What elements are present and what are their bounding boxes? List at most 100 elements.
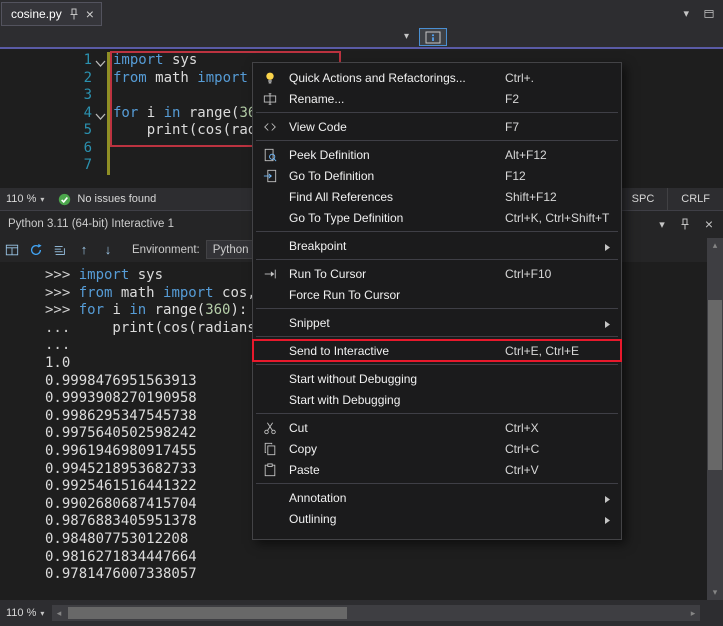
menu-item-shortcut: Ctrl+K, Ctrl+Shift+T (505, 211, 609, 225)
menu-item-snippet[interactable]: Snippet (253, 312, 621, 333)
editor-zoom-control[interactable]: 110 % ▾ (0, 188, 50, 210)
spaces-indicator[interactable]: SPC (618, 188, 668, 210)
menu-item-shortcut: Ctrl+F10 (505, 267, 551, 281)
context-menu: Quick Actions and Refactorings...Ctrl+.R… (252, 62, 622, 540)
tab-cosine-py[interactable]: cosine.py × (1, 2, 102, 26)
menu-item-start-with-debugging[interactable]: Start with Debugging (253, 389, 621, 410)
tab-title: cosine.py (11, 7, 62, 21)
menu-separator (256, 413, 618, 414)
menu-item-quick-actions-and-refactorings[interactable]: Quick Actions and Refactorings...Ctrl+. (253, 67, 621, 88)
menu-separator (256, 112, 618, 113)
menu-separator (256, 483, 618, 484)
reset-icon[interactable] (24, 243, 48, 257)
menu-item-peek-definition[interactable]: Peek Definition Alt+F12 (253, 144, 621, 165)
menu-separator (256, 364, 618, 365)
close-icon[interactable]: × (86, 6, 94, 22)
menu-item-label: Cut (289, 421, 308, 435)
issues-indicator[interactable]: No issues found (58, 193, 156, 206)
menu-item-label: Send to Interactive (289, 344, 389, 358)
line-number: 1 (0, 52, 92, 70)
line-number: 5 (0, 122, 92, 140)
horizontal-scroll-thumb[interactable] (68, 607, 347, 619)
menu-item-start-without-debugging[interactable]: Start without Debugging (253, 368, 621, 389)
fold-collapse-icon[interactable] (95, 109, 107, 121)
menu-item-label: Start without Debugging (289, 372, 417, 386)
interactive-window-icon[interactable] (0, 243, 24, 257)
cut-icon (258, 421, 282, 435)
menu-item-label: Run To Cursor (289, 267, 366, 281)
vertical-scrollbar[interactable]: ▴ ▾ (707, 238, 723, 600)
menu-item-send-to-interactive[interactable]: Send to InteractiveCtrl+E, Ctrl+E (253, 340, 621, 361)
line-number: 4 (0, 105, 92, 123)
line-number: 6 (0, 140, 92, 158)
menu-item-label: Paste (289, 463, 320, 477)
menu-separator (256, 259, 618, 260)
environment-label: Environment: (132, 244, 200, 256)
menu-item-label: Copy (289, 442, 317, 456)
menu-separator (256, 308, 618, 309)
menu-item-copy[interactable]: Copy Ctrl+C (253, 438, 621, 459)
horizontal-scrollbar[interactable]: ◂ ▸ (52, 605, 700, 621)
window-list-icon[interactable] (703, 8, 715, 20)
menu-item-find-all-references[interactable]: Find All ReferencesShift+F12 (253, 186, 621, 207)
peek-definition-icon (258, 148, 282, 162)
fold-collapse-icon[interactable] (95, 56, 107, 68)
horizontal-scroll-track[interactable] (66, 605, 686, 621)
menu-item-label: Quick Actions and Refactorings... (289, 71, 466, 85)
menu-item-force-run-to-cursor[interactable]: Force Run To Cursor (253, 284, 621, 305)
go-to-definition-icon (258, 169, 282, 183)
menu-item-annotation[interactable]: Annotation (253, 487, 621, 508)
scroll-up-icon[interactable]: ▴ (707, 240, 723, 251)
menu-item-shortcut: F2 (505, 92, 519, 106)
spaces-label: SPC (632, 193, 655, 205)
history-next-icon[interactable]: ↓ (96, 242, 120, 257)
interactive-zoom-control[interactable]: 110 % ▾ (0, 600, 50, 626)
toolbar-overflow-chevron-icon[interactable]: ▾ (404, 31, 409, 42)
menu-item-run-to-cursor[interactable]: Run To Cursor Ctrl+F10 (253, 263, 621, 284)
menu-item-label: Outlining (289, 512, 336, 526)
tab-bar: cosine.py × ▾ (0, 0, 723, 27)
menu-separator (256, 140, 618, 141)
submenu-arrow-icon (604, 493, 611, 507)
submenu-arrow-icon (604, 318, 611, 332)
scroll-down-icon[interactable]: ▾ (707, 587, 723, 598)
history-previous-icon[interactable]: ↑ (72, 242, 96, 257)
menu-item-label: Annotation (289, 491, 346, 505)
menu-item-label: Breakpoint (289, 239, 346, 253)
pin-icon[interactable] (680, 218, 690, 230)
clear-screen-icon[interactable] (48, 243, 72, 257)
menu-item-shortcut: F12 (505, 169, 526, 183)
menu-item-paste[interactable]: PasteCtrl+V (253, 459, 621, 480)
line-number: 2 (0, 70, 92, 88)
panel-header-controls: ▾ × (659, 216, 713, 232)
lightbulb-icon (258, 71, 282, 85)
scroll-right-icon[interactable]: ▸ (686, 608, 700, 619)
menu-item-outlining[interactable]: Outlining (253, 508, 621, 529)
vertical-scroll-thumb[interactable] (708, 300, 722, 470)
line-ending-indicator[interactable]: CRLF (667, 188, 723, 210)
menu-item-shortcut: Ctrl+C (505, 442, 539, 456)
menu-item-go-to-type-definition[interactable]: Go To Type DefinitionCtrl+K, Ctrl+Shift+… (253, 207, 621, 228)
scroll-left-icon[interactable]: ◂ (52, 608, 66, 619)
interactive-window-icon (425, 31, 441, 44)
menu-item-view-code[interactable]: View CodeF7 (253, 116, 621, 137)
menu-item-label: Rename... (289, 92, 344, 106)
pin-icon[interactable] (69, 8, 79, 20)
close-icon[interactable]: × (705, 216, 713, 232)
line-number-gutter: 1234567 (0, 52, 92, 175)
menu-item-cut[interactable]: Cut Ctrl+X (253, 417, 621, 438)
menu-item-go-to-definition[interactable]: Go To DefinitionF12 (253, 165, 621, 186)
menu-item-label: Start with Debugging (289, 393, 400, 407)
menu-item-label: Peek Definition (289, 148, 370, 162)
window-position-chevron-icon[interactable]: ▾ (659, 218, 665, 231)
menu-item-shortcut: Alt+F12 (505, 148, 547, 162)
rename-icon (258, 92, 282, 106)
menu-item-rename[interactable]: Rename... F2 (253, 88, 621, 109)
chevron-down-icon[interactable]: ▾ (683, 7, 689, 20)
line-number: 3 (0, 87, 92, 105)
menu-item-shortcut: Ctrl+X (505, 421, 539, 435)
check-circle-icon (58, 193, 71, 206)
menu-item-breakpoint[interactable]: Breakpoint (253, 235, 621, 256)
interactive-window-button[interactable] (419, 28, 447, 46)
visual-studio-window: cosine.py × ▾ ▾ 1234567 import sysfrom m… (0, 0, 723, 626)
